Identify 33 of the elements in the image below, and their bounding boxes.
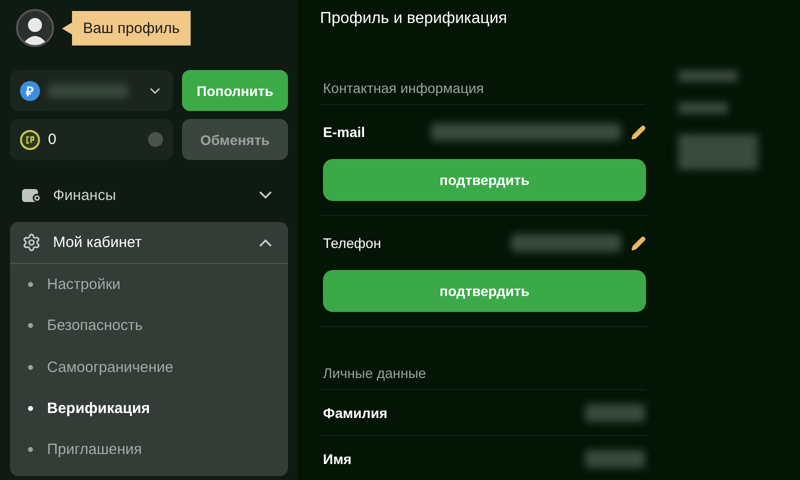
- edit-icon[interactable]: [631, 236, 646, 250]
- confirm-button[interactable]: подтвердить: [323, 159, 646, 201]
- edit-icon[interactable]: [631, 124, 646, 140]
- menu-item[interactable]: Самоограничение: [10, 346, 288, 388]
- field-label: Телефон: [323, 235, 382, 251]
- section-title: Личные данные: [320, 355, 646, 390]
- profile-tooltip: Ваш профиль: [62, 10, 191, 46]
- avatar[interactable]: [16, 9, 54, 47]
- section-title: Контактная информация: [320, 70, 646, 105]
- menu-item[interactable]: Верификация: [10, 388, 288, 430]
- field-label: Фамилия: [323, 404, 388, 420]
- confirm-button[interactable]: подтвердить: [323, 270, 646, 312]
- settings-icon: [22, 233, 41, 252]
- blurred-value: [678, 102, 728, 114]
- blurred-value: [585, 404, 645, 422]
- points-balance: 0: [48, 131, 58, 148]
- blurred-value: [585, 450, 645, 468]
- menu-item[interactable]: Приглашения: [10, 429, 288, 470]
- page-title: Профиль и верификация: [320, 10, 508, 29]
- menu-item[interactable]: Безопасность: [10, 305, 288, 347]
- menu-section[interactable]: Мой кабинет: [10, 222, 288, 264]
- menu-item[interactable]: Настройки: [10, 264, 288, 306]
- field-label: E-mail: [323, 124, 366, 140]
- wallet-icon: [22, 188, 41, 202]
- chevron-down-icon: [259, 191, 272, 199]
- balance-select[interactable]: ₽: [10, 70, 173, 111]
- field-label: Имя: [323, 450, 353, 466]
- currency-icon: ₽: [20, 80, 40, 100]
- menu-section[interactable]: Финансы: [10, 174, 288, 216]
- deposit-button[interactable]: Пополнить: [182, 70, 288, 111]
- points-coin-icon: [20, 130, 40, 150]
- chevron-up-icon: [259, 238, 272, 246]
- blurred-value: [678, 70, 738, 82]
